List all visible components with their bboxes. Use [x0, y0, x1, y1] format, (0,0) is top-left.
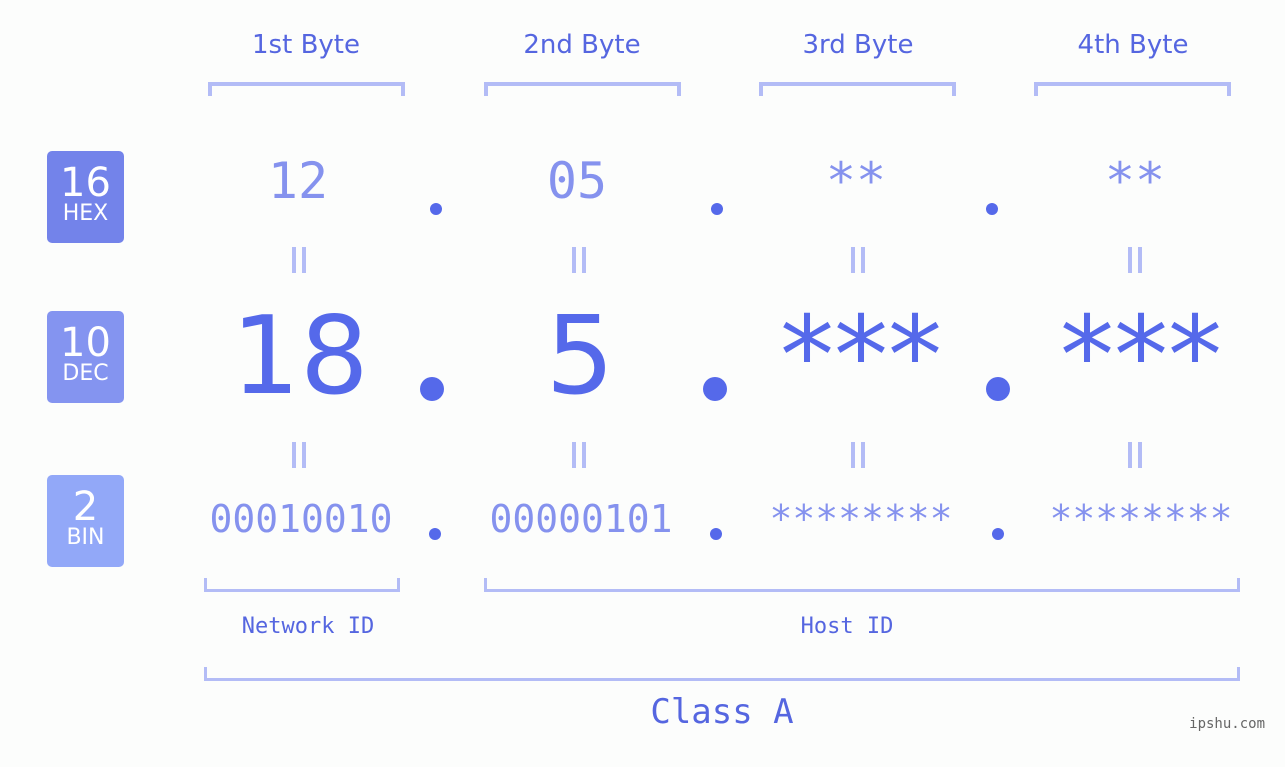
bin-base-number: 2: [72, 484, 99, 530]
host-id-label: Host ID: [800, 614, 894, 639]
dec-base-number: 10: [60, 320, 111, 366]
dec-separator-dot-1: [420, 377, 444, 401]
equals-icon-dec-bin-4: [1128, 442, 1142, 468]
hex-value-2: 05: [546, 152, 608, 210]
equals-icon-hex-dec-2: [572, 247, 586, 273]
bin-separator-dot-1: [429, 528, 441, 540]
hex-separator-dot-3: [986, 203, 998, 215]
byte-header-3: 3rd Byte: [802, 30, 914, 60]
hex-separator-dot-1: [430, 203, 442, 215]
dec-value-4: ***: [1060, 294, 1222, 419]
dec-base-label: DEC: [62, 361, 109, 386]
byte-bracket-4: [1034, 82, 1231, 96]
hex-base-label: HEX: [62, 201, 109, 226]
watermark: ipshu.com: [1189, 716, 1265, 732]
network-id-bracket: [204, 578, 400, 592]
hex-value-3: **: [825, 152, 887, 210]
byte-header-2: 2nd Byte: [523, 30, 641, 60]
byte-header-4: 4th Byte: [1077, 30, 1189, 60]
bin-base-badge: 2 BIN: [47, 475, 124, 567]
dec-base-badge: 10 DEC: [47, 311, 124, 403]
equals-icon-hex-dec-1: [292, 247, 306, 273]
bin-value-3: ********: [769, 497, 953, 541]
bin-separator-dot-2: [710, 528, 722, 540]
bin-separator-dot-3: [992, 528, 1004, 540]
equals-icon-dec-bin-1: [292, 442, 306, 468]
equals-icon-dec-bin-3: [851, 442, 865, 468]
host-id-bracket: [484, 578, 1240, 592]
dec-separator-dot-3: [986, 377, 1010, 401]
dec-value-2: 5: [545, 294, 615, 419]
dec-value-3: ***: [780, 294, 942, 419]
byte-bracket-1: [208, 82, 405, 96]
byte-bracket-2: [484, 82, 681, 96]
bin-base-label: BIN: [66, 525, 105, 550]
dec-value-1: 18: [231, 294, 369, 419]
hex-value-1: 12: [267, 152, 329, 210]
class-label: Class A: [650, 692, 794, 732]
hex-value-4: **: [1104, 152, 1166, 210]
bin-value-1: 00010010: [209, 497, 393, 541]
class-bracket: [204, 667, 1240, 681]
bin-value-4: ********: [1049, 497, 1233, 541]
hex-base-badge: 16 HEX: [47, 151, 124, 243]
hex-base-number: 16: [60, 160, 111, 206]
byte-header-1: 1st Byte: [252, 30, 360, 60]
byte-bracket-3: [759, 82, 956, 96]
hex-separator-dot-2: [711, 203, 723, 215]
network-id-label: Network ID: [241, 614, 375, 639]
bin-value-2: 00000101: [489, 497, 673, 541]
equals-icon-dec-bin-2: [572, 442, 586, 468]
equals-icon-hex-dec-3: [851, 247, 865, 273]
dec-separator-dot-2: [703, 377, 727, 401]
equals-icon-hex-dec-4: [1128, 247, 1142, 273]
